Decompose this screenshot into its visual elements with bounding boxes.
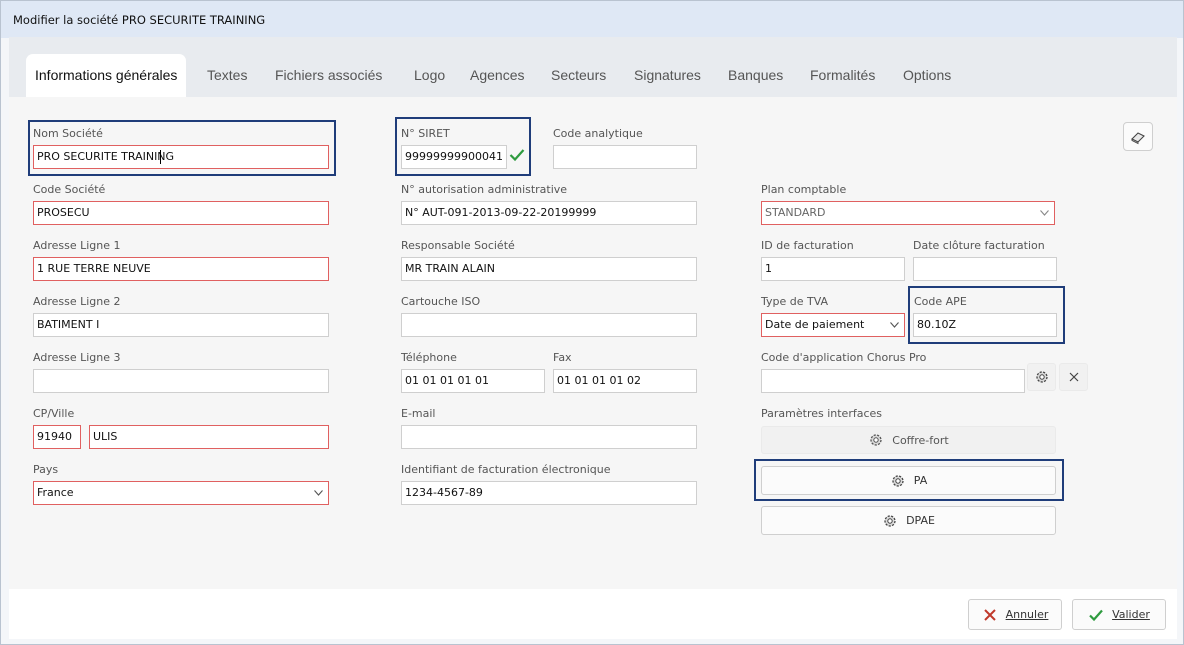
- plan-comptable-select[interactable]: STANDARD: [761, 201, 1055, 225]
- responsable-input[interactable]: MR TRAIN ALAIN: [401, 257, 697, 281]
- adresse-1-input[interactable]: 1 RUE TERRE NEUVE: [33, 257, 329, 281]
- label-telephone: Téléphone: [401, 351, 457, 364]
- nom-societe-value: PRO SECURITE TRAINING: [37, 150, 175, 163]
- chevron-down-icon: [890, 322, 899, 330]
- label-pays: Pays: [33, 463, 59, 476]
- valider-button[interactable]: Valider: [1072, 599, 1166, 630]
- label-identifiant-facturation: Identifiant de facturation électronique: [401, 463, 611, 476]
- label-adresse-2: Adresse Ligne 2: [33, 295, 121, 308]
- tab-formalites[interactable]: Formalités: [810, 67, 875, 83]
- pays-select[interactable]: France: [33, 481, 329, 505]
- identifiant-facturation-input[interactable]: 1234-4567-89: [401, 481, 697, 505]
- label-code-societe: Code Société: [33, 183, 106, 196]
- annuler-button[interactable]: Annuler: [968, 599, 1062, 630]
- annuler-label: Annuler: [1005, 608, 1049, 621]
- pa-button[interactable]: PA: [761, 466, 1056, 495]
- telephone-input[interactable]: 01 01 01 01 01: [401, 369, 545, 393]
- gear-icon: [890, 473, 906, 489]
- nom-societe-input[interactable]: PRO SECURITE TRAINING: [33, 145, 329, 169]
- chorus-pro-input[interactable]: [761, 369, 1025, 393]
- gear-icon: [1034, 369, 1050, 385]
- tab-signatures[interactable]: Signatures: [634, 67, 701, 83]
- tab-banques[interactable]: Banques: [728, 67, 783, 83]
- tab-agences[interactable]: Agences: [470, 67, 524, 83]
- eraser-icon: [1130, 129, 1146, 145]
- check-icon: [1088, 607, 1104, 623]
- label-nom-societe: Nom Société: [33, 127, 103, 140]
- label-chorus-pro: Code d'application Chorus Pro: [761, 351, 927, 364]
- gear-icon: [868, 432, 884, 448]
- coffre-fort-button[interactable]: Coffre-fort: [761, 426, 1056, 454]
- text-caret: [160, 150, 161, 164]
- cartouche-iso-input[interactable]: [401, 313, 697, 337]
- label-responsable: Responsable Société: [401, 239, 515, 252]
- label-cartouche-iso: Cartouche ISO: [401, 295, 481, 308]
- ville-input[interactable]: ULIS: [89, 425, 329, 449]
- type-tva-value: Date de paiement: [765, 318, 865, 331]
- chorus-settings-button[interactable]: [1027, 363, 1056, 391]
- label-code-analytique: Code analytique: [553, 127, 643, 140]
- title-bar: Modifier la société PRO SECURITE TRAININ…: [1, 1, 1183, 38]
- dpae-button[interactable]: DPAE: [761, 506, 1056, 535]
- label-adresse-1: Adresse Ligne 1: [33, 239, 121, 252]
- label-siret: N° SIRET: [401, 127, 450, 140]
- label-adresse-3: Adresse Ligne 3: [33, 351, 121, 364]
- tab-options[interactable]: Options: [903, 67, 951, 83]
- cp-input[interactable]: 91940: [33, 425, 81, 449]
- label-plan-comptable: Plan comptable: [761, 183, 847, 196]
- siret-input[interactable]: 99999999900041: [401, 145, 507, 169]
- tab-informations-generales[interactable]: Informations générales: [26, 54, 187, 98]
- chevron-down-icon: [314, 490, 323, 498]
- tab-logo[interactable]: Logo: [414, 67, 445, 83]
- date-cloture-input[interactable]: [913, 257, 1057, 281]
- label-cp-ville: CP/Ville: [33, 407, 75, 420]
- autorisation-input[interactable]: N° AUT-091-2013-09-22-20199999: [401, 201, 697, 225]
- check-icon: [509, 148, 525, 162]
- label-date-cloture: Date clôture facturation: [913, 239, 1045, 252]
- eraser-button[interactable]: [1123, 122, 1153, 151]
- code-ape-input[interactable]: 80.10Z: [913, 313, 1057, 337]
- tab-secteurs[interactable]: Secteurs: [551, 67, 606, 83]
- email-input[interactable]: [401, 425, 697, 449]
- label-type-tva: Type de TVA: [761, 295, 829, 308]
- label-autorisation: N° autorisation administrative: [401, 183, 568, 196]
- cancel-x-icon: [982, 607, 998, 623]
- label-email: E-mail: [401, 407, 436, 420]
- gear-icon: [882, 513, 898, 529]
- dpae-label: DPAE: [906, 514, 935, 527]
- chevron-down-icon: [1040, 210, 1049, 218]
- window-title: Modifier la société PRO SECURITE TRAININ…: [13, 13, 266, 27]
- tab-textes[interactable]: Textes: [207, 67, 247, 83]
- chorus-clear-button[interactable]: [1059, 363, 1088, 391]
- edit-company-dialog: Modifier la société PRO SECURITE TRAININ…: [0, 0, 1184, 645]
- type-tva-select[interactable]: Date de paiement: [761, 313, 905, 337]
- tab-fichiers-associes[interactable]: Fichiers associés: [275, 67, 382, 83]
- pa-label: PA: [913, 474, 928, 487]
- label-code-ape: Code APE: [914, 295, 967, 308]
- id-facturation-input[interactable]: 1: [761, 257, 905, 281]
- valider-label: Valider: [1112, 608, 1150, 621]
- close-icon: [1066, 369, 1082, 385]
- plan-comptable-value: STANDARD: [765, 206, 826, 219]
- code-societe-input[interactable]: PROSECU: [33, 201, 329, 225]
- label-fax: Fax: [553, 351, 572, 364]
- adresse-2-input[interactable]: BATIMENT I: [33, 313, 329, 337]
- pays-value: France: [37, 486, 74, 499]
- label-id-facturation: ID de facturation: [761, 239, 854, 252]
- adresse-3-input[interactable]: [33, 369, 329, 393]
- label-parametres-interfaces: Paramètres interfaces: [761, 407, 883, 420]
- coffre-fort-label: Coffre-fort: [892, 433, 949, 447]
- code-analytique-input[interactable]: [553, 145, 697, 169]
- tab-bar: Informations générales Textes Fichiers a…: [9, 37, 1177, 98]
- fax-input[interactable]: 01 01 01 01 02: [553, 369, 697, 393]
